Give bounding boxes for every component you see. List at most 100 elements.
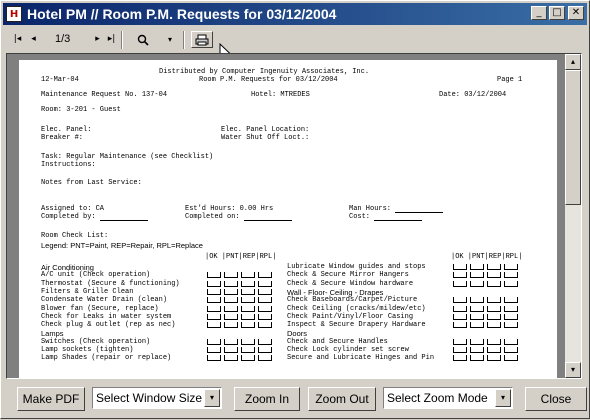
checklist-checkbox[interactable] [241,338,255,345]
checklist-checkbox[interactable] [207,288,221,295]
checklist-checkbox[interactable] [207,313,221,320]
checklist-checkbox[interactable] [224,280,238,287]
checklist-checkbox[interactable] [258,322,272,329]
checklist-checkbox[interactable] [241,305,255,312]
checklist-checkbox[interactable] [207,297,221,304]
checklist-checkbox[interactable] [470,322,484,329]
checklist-checkbox[interactable] [224,305,238,312]
checklist-checkbox[interactable] [258,355,272,362]
chevron-down-icon[interactable]: ▾ [204,389,220,407]
checklist-checkbox[interactable] [241,313,255,320]
make-pdf-button[interactable]: Make PDF [17,387,85,411]
checklist-checkbox[interactable] [258,347,272,353]
checklist-checkbox[interactable] [487,355,501,362]
checklist-checkbox[interactable] [487,305,501,312]
last-page-button[interactable]: ▸| [105,32,118,47]
first-page-button[interactable]: |◂ [11,32,24,47]
checklist-checkbox[interactable] [241,297,255,304]
zoom-mode-select[interactable]: Select Zoom Mode ▾ [383,387,513,409]
checklist-checkbox[interactable] [504,322,518,329]
close-button[interactable]: Close [525,387,587,411]
checklist-checkbox[interactable] [504,313,518,320]
checklist-checkbox[interactable] [258,305,272,312]
checklist-checkbox[interactable] [504,264,518,270]
zoom-in-button[interactable]: Zoom In [234,387,300,411]
checklist-checkbox[interactable] [504,347,518,353]
search-button[interactable] [125,31,161,48]
zoom-out-button[interactable]: Zoom Out [308,387,376,411]
checklist-checkbox[interactable] [224,355,238,362]
checklist-checkbox[interactable] [487,297,501,304]
print-button[interactable] [191,31,213,48]
prev-page-button[interactable]: ◂ [27,32,40,47]
checklist-checkbox[interactable] [207,280,221,287]
checklist-checkbox[interactable] [487,264,501,270]
checklist-checkbox[interactable] [207,272,221,279]
checklist-checkbox[interactable] [241,288,255,295]
checklist-checkbox[interactable] [487,338,501,345]
checklist-checkbox[interactable] [207,322,221,329]
checklist-checkbox[interactable] [258,338,272,345]
checklist-checkbox[interactable] [504,272,518,279]
search-dropdown-button[interactable]: ▾ [163,31,177,48]
checklist-checkbox[interactable] [241,280,255,287]
checklist-checkbox[interactable] [504,305,518,312]
checklist-checkbox[interactable] [207,347,221,353]
checklist-checkbox[interactable] [258,272,272,279]
checklist-checkbox[interactable] [487,347,501,353]
checklist-checkbox[interactable] [258,280,272,287]
checklist-checkbox[interactable] [258,297,272,304]
checklist-checkbox[interactable] [470,338,484,345]
checklist-checkbox[interactable] [224,272,238,279]
checklist-checkbox[interactable] [504,280,518,287]
checklist-checkbox[interactable] [224,297,238,304]
checklist-checkbox[interactable] [453,272,467,279]
checklist-checkbox[interactable] [224,288,238,295]
report-viewport[interactable]: Distributed by Computer Ingenuity Associ… [6,53,582,379]
maximize-button[interactable]: □ [549,6,565,20]
minimize-button[interactable]: _ [531,6,547,20]
checklist-checkbox[interactable] [258,313,272,320]
window-size-select[interactable]: Select Window Size ▾ [92,387,222,409]
scroll-thumb[interactable] [565,70,581,205]
checklist-checkbox[interactable] [470,280,484,287]
checklist-checkbox[interactable] [207,305,221,312]
checklist-checkbox[interactable] [241,347,255,353]
checklist-checkbox[interactable] [224,338,238,345]
title-bar[interactable]: H Hotel PM // Room P.M. Requests for 03/… [3,3,587,25]
checklist-checkbox[interactable] [487,280,501,287]
checklist-checkbox[interactable] [470,355,484,362]
checklist-checkbox[interactable] [453,355,467,362]
checklist-checkbox[interactable] [487,272,501,279]
checklist-checkbox[interactable] [453,338,467,345]
scroll-up-button[interactable]: ▴ [565,54,581,70]
checklist-checkbox[interactable] [258,288,272,295]
checklist-checkbox[interactable] [453,264,467,270]
checklist-checkbox[interactable] [470,264,484,270]
checklist-checkbox[interactable] [453,297,467,304]
vertical-scrollbar[interactable]: ▴ ▾ [565,54,581,378]
checklist-checkbox[interactable] [504,297,518,304]
checklist-checkbox[interactable] [487,322,501,329]
checklist-checkbox[interactable] [453,347,467,353]
scroll-down-button[interactable]: ▾ [565,362,581,378]
checklist-checkbox[interactable] [487,313,501,320]
chevron-down-icon[interactable]: ▾ [495,389,511,407]
checklist-checkbox[interactable] [241,272,255,279]
checklist-checkbox[interactable] [241,355,255,362]
checklist-checkbox[interactable] [207,355,221,362]
checklist-checkbox[interactable] [470,313,484,320]
checklist-checkbox[interactable] [224,313,238,320]
checklist-checkbox[interactable] [470,305,484,312]
checklist-checkbox[interactable] [224,322,238,329]
checklist-checkbox[interactable] [453,305,467,312]
checklist-checkbox[interactable] [470,347,484,353]
checklist-checkbox[interactable] [207,338,221,345]
checklist-checkbox[interactable] [470,272,484,279]
checklist-checkbox[interactable] [453,280,467,287]
checklist-checkbox[interactable] [453,322,467,329]
checklist-checkbox[interactable] [470,297,484,304]
checklist-checkbox[interactable] [504,355,518,362]
checklist-checkbox[interactable] [453,313,467,320]
close-window-button[interactable]: ✕ [568,6,584,20]
